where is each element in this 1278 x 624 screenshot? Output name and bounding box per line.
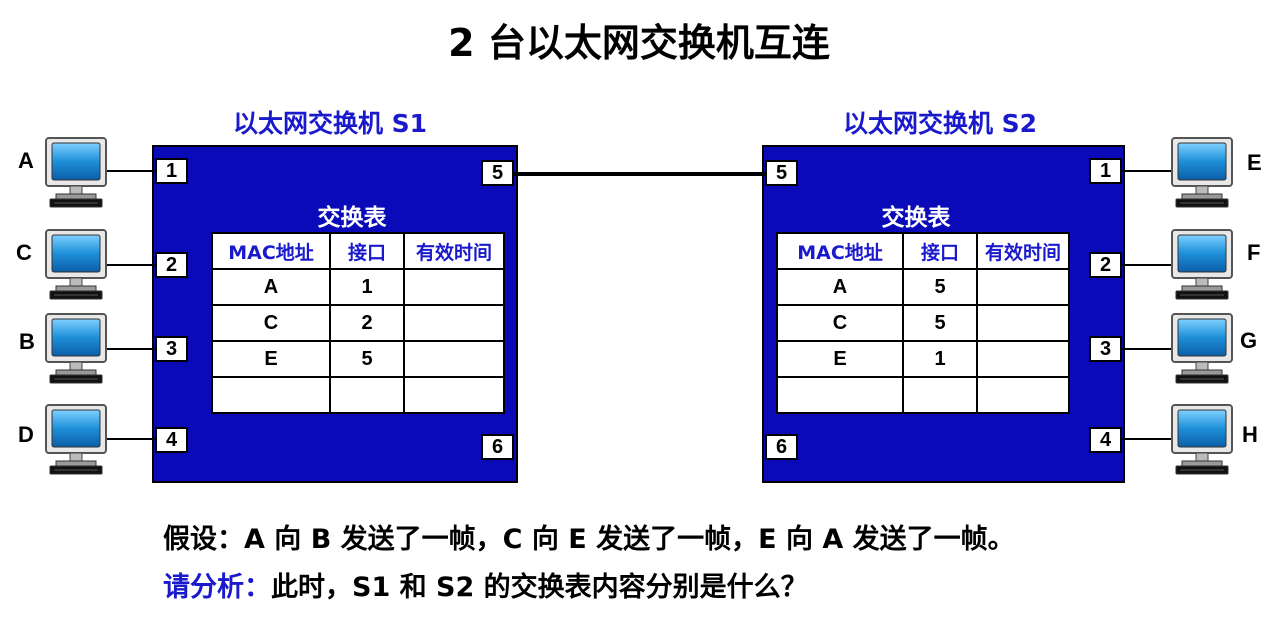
table-cell	[902, 376, 978, 414]
table-row: C 2	[211, 304, 505, 342]
column-header-valid-time: 有效时间	[403, 232, 505, 270]
table-cell: 5	[902, 304, 978, 342]
table-cell	[329, 376, 405, 414]
table-row: C 5	[776, 304, 1070, 342]
table-cell: E	[776, 340, 904, 378]
table-cell	[976, 268, 1070, 306]
host-label-d: D	[18, 422, 34, 447]
computer-icon	[44, 404, 108, 476]
s2-port-5[interactable]: 5	[765, 160, 798, 186]
s1-port-3[interactable]: 3	[155, 336, 188, 362]
switch-s2-title: 以太网交换机 S2	[842, 109, 1038, 138]
cable-host-f	[1120, 264, 1172, 266]
cable-host-b	[106, 348, 156, 350]
switch-s2-table: MAC地址 接口 有效时间 A 5 C 5 E 1	[776, 232, 1070, 414]
computer-icon	[1170, 229, 1234, 301]
table-cell: 5	[329, 340, 405, 378]
host-label-e: E	[1247, 150, 1262, 175]
analysis-label: 请分析：	[163, 572, 271, 603]
computer-icon	[44, 229, 108, 301]
s1-port-5[interactable]: 5	[481, 160, 514, 186]
table-cell	[403, 304, 505, 342]
computer-icon	[1170, 313, 1234, 385]
table-row: E 1	[776, 340, 1070, 378]
table-row: A 5	[776, 268, 1070, 306]
s2-port-3[interactable]: 3	[1089, 336, 1122, 362]
computer-icon	[44, 137, 108, 209]
s2-port-6[interactable]: 6	[765, 434, 798, 460]
computer-icon	[1170, 404, 1234, 476]
cable-host-d	[106, 438, 156, 440]
computer-icon	[44, 313, 108, 385]
switch-s1-title: 以太网交换机 S1	[232, 109, 428, 138]
table-cell	[211, 376, 331, 414]
table-cell: 1	[329, 268, 405, 306]
table-cell: 5	[902, 268, 978, 306]
table-cell: 2	[329, 304, 405, 342]
table-cell	[403, 268, 505, 306]
s2-port-4[interactable]: 4	[1089, 427, 1122, 453]
table-cell	[403, 376, 505, 414]
analysis-line: 请分析：此时，S1 和 S2 的交换表内容分别是什么？	[163, 565, 808, 604]
table-cell: C	[211, 304, 331, 342]
host-label-h: H	[1242, 422, 1258, 447]
switch-link	[514, 172, 765, 176]
table-row	[776, 376, 1070, 414]
host-label-g: G	[1240, 328, 1258, 353]
s1-port-2[interactable]: 2	[155, 252, 188, 278]
page-title: 2 台以太网交换机互连	[448, 21, 830, 65]
host-label-c: C	[16, 240, 32, 265]
column-header-interface: 接口	[902, 232, 978, 270]
column-header-valid-time: 有效时间	[976, 232, 1070, 270]
column-header-mac: MAC地址	[211, 232, 331, 270]
host-label-a: A	[18, 148, 34, 173]
table-row	[211, 376, 505, 414]
cable-host-c	[106, 264, 156, 266]
s1-port-6[interactable]: 6	[481, 434, 514, 460]
s1-port-1[interactable]: 1	[155, 158, 188, 184]
analysis-text: 此时，S1 和 S2 的交换表内容分别是什么？	[271, 572, 808, 603]
switch-s2-table-title: 交换表	[881, 205, 951, 231]
switch-s1-table-title: 交换表	[317, 205, 387, 231]
table-cell: 1	[902, 340, 978, 378]
table-cell	[976, 340, 1070, 378]
computer-icon	[1170, 137, 1234, 209]
column-header-interface: 接口	[329, 232, 405, 270]
table-cell	[776, 376, 904, 414]
table-row: A 1	[211, 268, 505, 306]
cable-host-a	[106, 170, 156, 172]
s2-port-1[interactable]: 1	[1089, 158, 1122, 184]
table-cell: C	[776, 304, 904, 342]
table-cell	[976, 304, 1070, 342]
switch-s1-table: MAC地址 接口 有效时间 A 1 C 2 E 5	[211, 232, 505, 414]
cable-host-h	[1120, 438, 1172, 440]
table-cell	[403, 340, 505, 378]
cable-host-g	[1120, 348, 1172, 350]
s2-port-2[interactable]: 2	[1089, 252, 1122, 278]
assumption-text: A 向 B 发送了一帧，C 向 E 发送了一帧，E 向 A 发送了一帧。	[244, 524, 1015, 555]
host-label-b: B	[19, 329, 35, 354]
assumption-label: 假设：	[163, 524, 244, 555]
table-cell	[976, 376, 1070, 414]
table-cell: A	[776, 268, 904, 306]
s1-port-4[interactable]: 4	[155, 427, 188, 453]
table-cell: E	[211, 340, 331, 378]
assumption-line: 假设：A 向 B 发送了一帧，C 向 E 发送了一帧，E 向 A 发送了一帧。	[163, 517, 1015, 556]
host-label-f: F	[1247, 240, 1261, 265]
column-header-mac: MAC地址	[776, 232, 904, 270]
table-cell: A	[211, 268, 331, 306]
table-row: E 5	[211, 340, 505, 378]
cable-host-e	[1120, 170, 1172, 172]
